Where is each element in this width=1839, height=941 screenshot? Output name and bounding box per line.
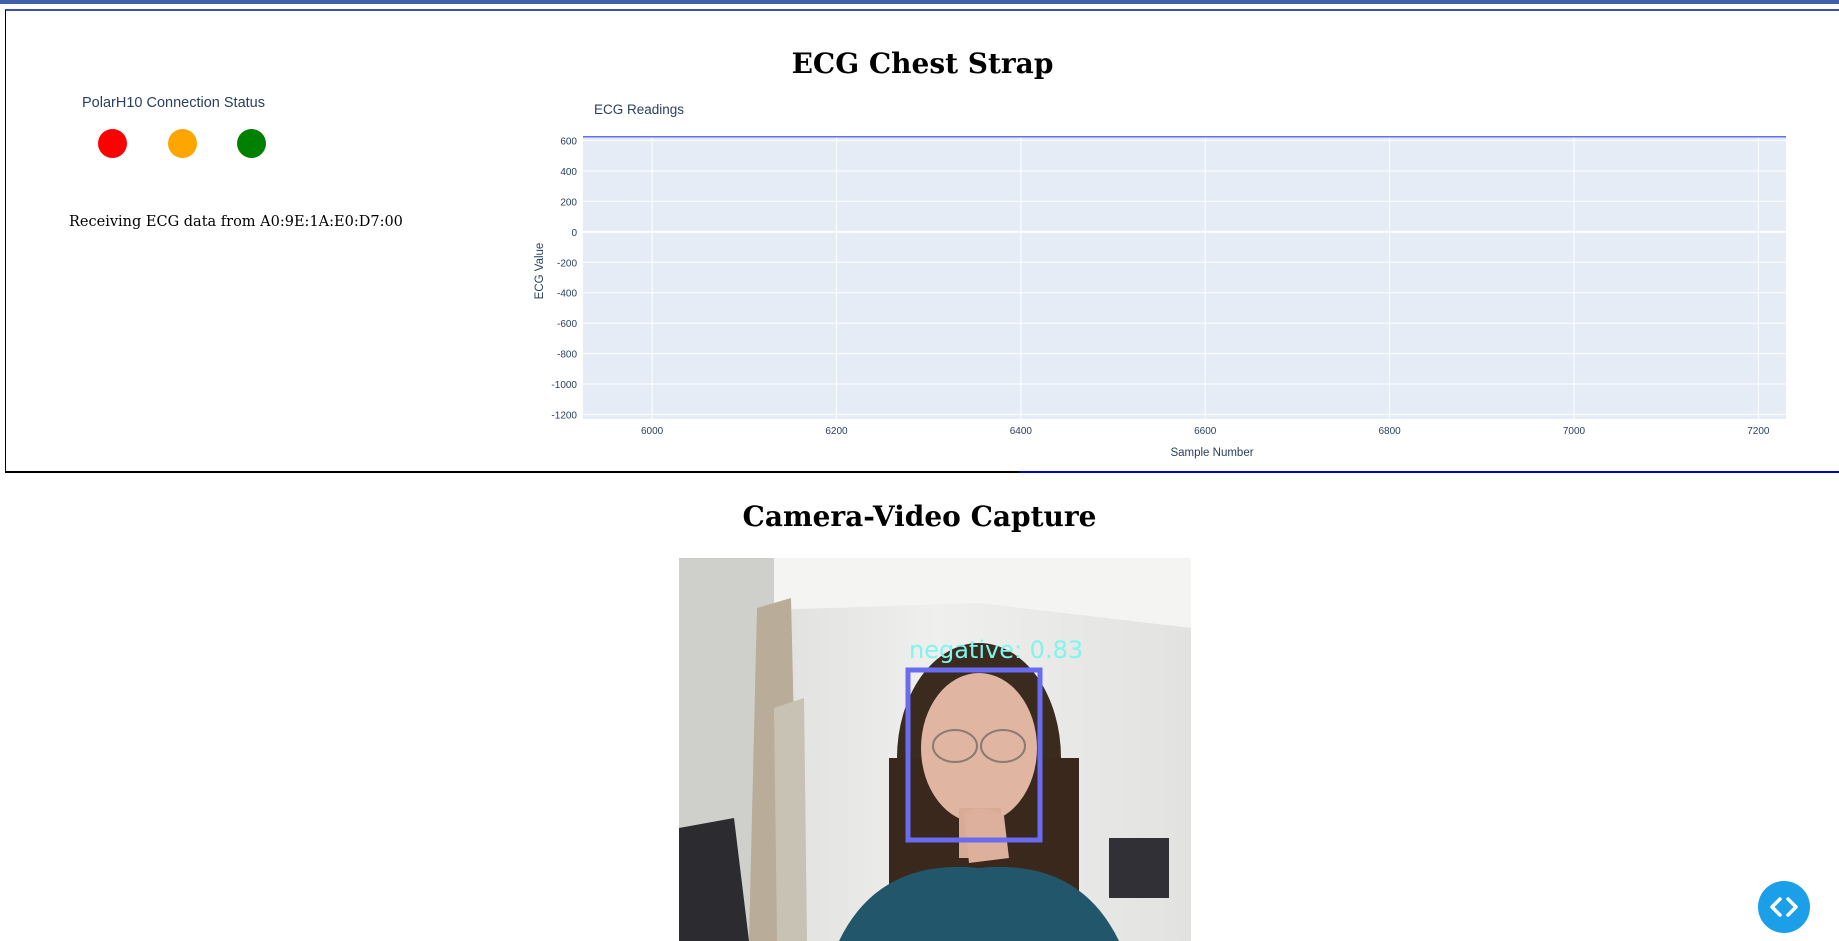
- ecg-line-chart[interactable]: ECG Readings 600 400 200 0 -200 -400 -600 -800 -…: [526, 99, 1826, 459]
- ecg-section: ECG Chest Strap PolarH10 Connection Stat…: [5, 9, 1839, 473]
- status-dot-orange: [168, 129, 197, 158]
- y-axis-label: ECG Value: [534, 243, 546, 300]
- code-toggle-button[interactable]: [1758, 881, 1810, 933]
- y-tick-label: -200: [557, 258, 577, 269]
- x-axis-label: Sample Number: [1170, 447, 1253, 459]
- receiving-status-text: Receiving ECG data from A0:9E:1A:E0:D7:0…: [69, 214, 403, 230]
- ecg-title: ECG Chest Strap: [791, 47, 1054, 80]
- status-dot-red: [98, 129, 127, 158]
- y-tick-label: -600: [557, 319, 577, 330]
- x-tick-label: 7200: [1747, 426, 1770, 437]
- y-tick-label: 0: [571, 228, 577, 239]
- x-tick-label: 6600: [1194, 426, 1217, 437]
- plot-area[interactable]: [583, 136, 1786, 419]
- emotion-label: negative: 0.83: [909, 636, 1083, 664]
- camera-video-feed: negative: 0.83: [679, 558, 1191, 941]
- x-tick-label: 6400: [1010, 426, 1033, 437]
- x-tick-label: 7000: [1563, 426, 1586, 437]
- status-dot-green: [237, 129, 266, 158]
- camera-title: Camera-Video Capture: [742, 500, 1097, 533]
- y-tick-label: -400: [557, 289, 577, 300]
- y-tick-label: 400: [560, 167, 577, 178]
- code-brackets-icon: [1770, 897, 1798, 917]
- x-tick-label: 6200: [825, 426, 848, 437]
- y-tick-label: 200: [560, 197, 577, 208]
- top-accent-bar: [0, 0, 1839, 4]
- x-tick-label: 6800: [1378, 426, 1401, 437]
- chart-title: ECG Readings: [594, 102, 684, 117]
- x-tick-label: 6000: [641, 426, 664, 437]
- y-tick-label: -800: [557, 350, 577, 361]
- connection-status-label: PolarH10 Connection Status: [82, 95, 265, 111]
- y-tick-label: -1200: [551, 410, 577, 421]
- y-tick-label: -1000: [551, 380, 577, 391]
- webcam-frame: negative: 0.83: [679, 558, 1191, 941]
- y-tick-label: 600: [560, 137, 577, 148]
